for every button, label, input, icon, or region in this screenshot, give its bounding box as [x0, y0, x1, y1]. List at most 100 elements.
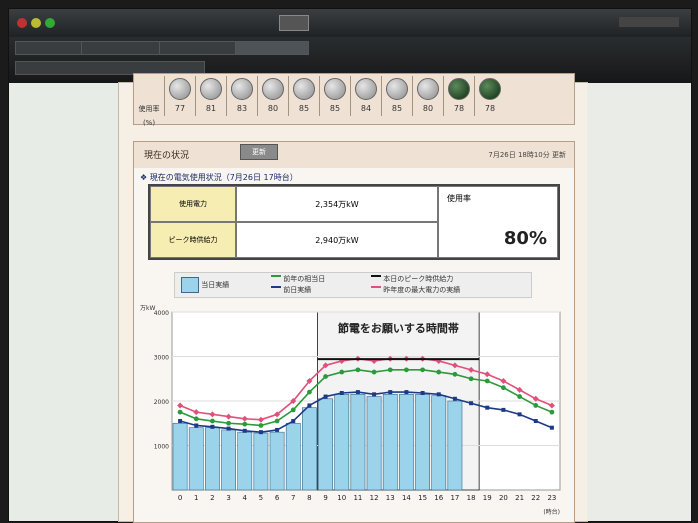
legend-today: 当日実績	[181, 277, 229, 293]
x-tick-label: 20	[499, 494, 508, 502]
x-tick-label: 15	[418, 494, 427, 502]
moon-icon	[479, 78, 501, 100]
close-icon[interactable]	[17, 18, 27, 28]
series-point	[469, 401, 474, 406]
legend-last-year-same-label: 前年の相当日	[283, 275, 326, 283]
usage-rate-value: 84	[350, 102, 381, 116]
x-tick-label: 23	[547, 494, 556, 502]
x-tick-label: 21	[515, 494, 524, 502]
legend-prev-day-label: 前日実績	[283, 286, 312, 294]
series-point	[178, 419, 183, 424]
x-tick-label: 11	[353, 494, 362, 502]
series-point	[258, 430, 263, 435]
chart-title: 節電をお願いする時間帯	[338, 321, 459, 335]
series-point	[420, 367, 425, 373]
x-tick-label: 7	[291, 494, 295, 502]
series-point	[323, 374, 328, 379]
usage-rate-row: 使用率(%) 77 81 83 80 85 85 84 85 80 78 78	[134, 102, 574, 127]
current-status-panel: 現在の状況 更新 7月26日 18時10分 更新 ❖ 現在の電気使用状況（7月2…	[133, 141, 575, 523]
usage-rate-value: 85	[319, 102, 350, 116]
usage-rate-title: 使用率	[447, 194, 471, 203]
sun-icon	[262, 78, 284, 100]
x-tick-label: 13	[386, 494, 395, 502]
x-tick-label: 17	[450, 494, 459, 502]
right-margin	[587, 83, 691, 521]
series-point	[323, 394, 328, 399]
usage-rate-value: 81	[195, 102, 226, 116]
x-tick-label: 5	[259, 494, 263, 502]
sun-icon	[169, 78, 191, 100]
used-power-value: 2,354万kW	[236, 186, 438, 222]
usage-rate-value: 80	[257, 102, 288, 116]
legend-last-year-same: 前年の相当日	[271, 274, 325, 284]
weather-icons-row	[164, 76, 505, 102]
x-tick-label: 8	[307, 494, 311, 502]
used-power-label: 使用電力	[150, 186, 236, 222]
x-axis-label: (時台)	[543, 508, 560, 516]
bar-today	[334, 394, 350, 491]
series-point	[242, 428, 247, 433]
usage-rate-label: 使用率(%)	[138, 105, 160, 127]
bar-icon	[181, 277, 199, 293]
section-title: 現在の状況	[144, 151, 190, 161]
usage-rate-value: 85	[381, 102, 412, 116]
sun-icon	[324, 78, 346, 100]
sun-icon	[293, 78, 315, 100]
browser-tab[interactable]	[159, 41, 241, 55]
bar-today	[237, 431, 253, 491]
update-button[interactable]: 更新	[240, 144, 278, 160]
series-point	[226, 420, 231, 426]
line-icon	[271, 275, 281, 283]
series-point	[468, 376, 474, 382]
bar-today	[302, 407, 317, 491]
browser-tab[interactable]	[15, 41, 83, 55]
panel-header: 現在の状況 更新 7月26日 18時10分 更新	[134, 142, 574, 168]
series-point	[210, 418, 215, 424]
x-tick-label: 10	[337, 494, 346, 502]
series-point	[436, 392, 441, 397]
peak-supply-label: ピーク時供給力	[150, 222, 236, 258]
legend-last-year-max: 昨年度の最大電力の実績	[371, 285, 460, 295]
legend-today-label: 当日実績	[201, 281, 230, 289]
usage-rate-value: 78	[443, 102, 474, 116]
series-point	[275, 427, 280, 432]
window-controls[interactable]	[619, 17, 679, 27]
sun-icon	[417, 78, 439, 100]
legend-peak-supply-label: 本日のピーク時供給力	[383, 275, 454, 283]
series-point	[226, 426, 231, 431]
maximize-icon[interactable]	[45, 18, 55, 28]
bar-today	[350, 394, 366, 491]
usage-rate-value: 78	[474, 102, 505, 116]
bar-today	[415, 394, 430, 491]
diamond-icon: ❖	[140, 173, 148, 182]
x-tick-label: 22	[531, 494, 540, 502]
series-point	[274, 418, 280, 424]
minimize-icon[interactable]	[31, 18, 41, 28]
updated-timestamp: 7月26日 18時10分 更新	[488, 151, 566, 159]
sun-icon	[386, 78, 408, 100]
series-point	[210, 424, 215, 429]
series-point	[339, 369, 345, 375]
series-point	[436, 369, 442, 375]
series-point	[517, 394, 522, 399]
page-viewport: 使用率(%) 77 81 83 80 85 85 84 85 80 78 78 …	[9, 73, 691, 523]
series-point	[355, 367, 361, 373]
browser-toolbar	[9, 9, 691, 37]
browser-tab[interactable]	[81, 41, 161, 55]
series-point	[193, 416, 199, 422]
series-point	[517, 412, 522, 417]
series-point	[533, 403, 539, 408]
series-point	[420, 390, 425, 395]
browser-tab[interactable]	[235, 41, 309, 55]
usage-status-table: 使用電力 2,354万kW ピーク時供給力 2,940万kW 使用率 80%	[148, 184, 560, 260]
legend-last-year-max-label: 昨年度の最大電力の実績	[383, 286, 461, 294]
x-tick-label: 4	[243, 494, 248, 502]
x-tick-label: 2	[210, 494, 214, 502]
bar-today	[399, 394, 414, 491]
series-point	[387, 367, 393, 373]
y-tick-label: 4000	[154, 310, 169, 317]
y-tick-label: 3000	[154, 355, 169, 362]
address-icon[interactable]	[279, 15, 309, 31]
bar-today	[269, 431, 285, 491]
series-point	[258, 423, 264, 428]
